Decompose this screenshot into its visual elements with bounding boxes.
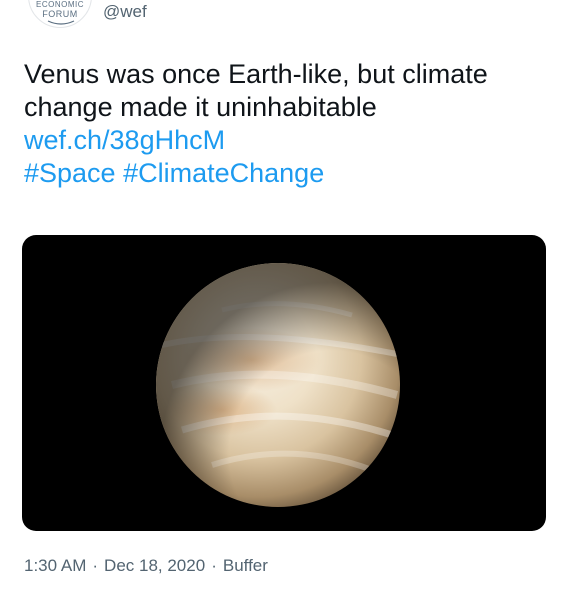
tweet-card[interactable]: ECONOMIC FORUM @wef Venus was once Earth… [0, 0, 568, 600]
avatar-text-top: ECONOMIC [36, 0, 84, 9]
tweet-text: Venus was once Earth-like, but climate c… [24, 58, 544, 190]
hashtag-space[interactable]: #Space [24, 158, 116, 188]
hashtag-climate-change[interactable]: #ClimateChange [123, 158, 324, 188]
avatar[interactable]: ECONOMIC FORUM [28, 0, 92, 28]
tweet-source[interactable]: Buffer [223, 556, 268, 575]
meta-separator: · [92, 556, 99, 575]
tweet-text-body: Venus was once Earth-like, but climate c… [24, 59, 488, 122]
venus-planet-image [156, 263, 400, 507]
tweet-media[interactable] [22, 235, 546, 531]
avatar-text: FORUM [42, 9, 78, 19]
tweet-time[interactable]: 1:30 AM [24, 556, 86, 575]
tweet-meta: 1:30 AM · Dec 18, 2020 · Buffer [24, 556, 268, 576]
wef-logo-swoosh-icon [47, 20, 75, 25]
tweet-date[interactable]: Dec 18, 2020 [104, 556, 205, 575]
meta-separator: · [211, 556, 217, 575]
author-handle[interactable]: @wef [103, 2, 147, 22]
tweet-link[interactable]: wef.ch/38gHhcM [24, 125, 225, 155]
